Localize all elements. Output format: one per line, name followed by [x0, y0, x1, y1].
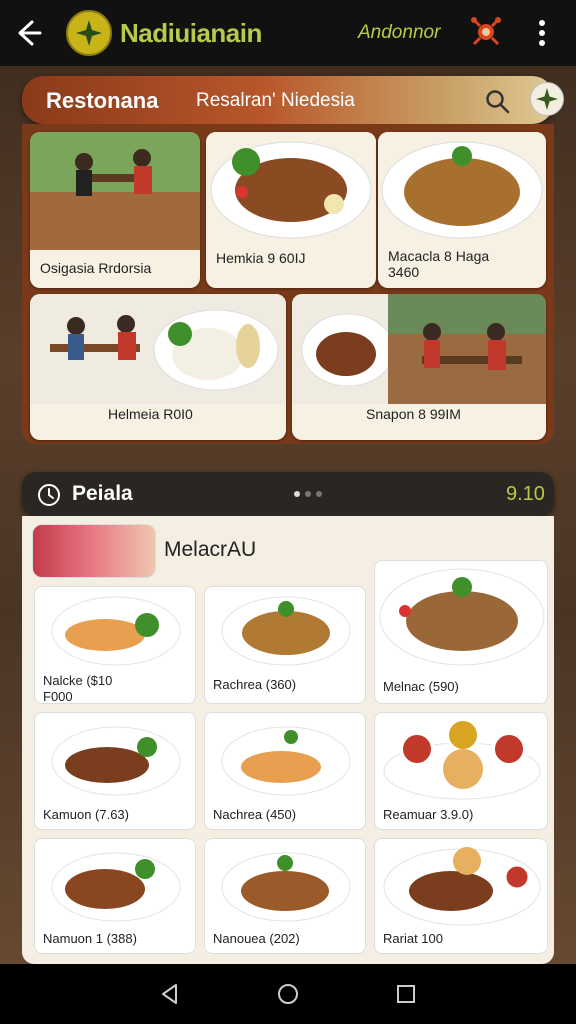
menu-item-caption: Namuon 1 (388)	[43, 931, 137, 946]
featured-card[interactable]: Snapon 8 99IM	[292, 294, 546, 440]
dish-photo	[51, 596, 181, 666]
restaurant-banner: Restonana Resalran' Niedesia	[22, 76, 564, 124]
dish-photo	[51, 852, 181, 922]
page-dot[interactable]	[294, 491, 300, 497]
dish-photo	[51, 726, 181, 796]
app-title: Nadiuianain	[120, 18, 262, 48]
back-arrow-icon[interactable]	[14, 16, 48, 50]
menu-item[interactable]: Melnac (590)	[374, 560, 548, 704]
featured-card[interactable]: Helmeia R0I0	[30, 294, 286, 440]
featured-caption: Osigasia Rrdorsia	[40, 260, 152, 276]
featured-panel: Osigasia Rrdorsia Hemkia 9 60IJ Macacla …	[22, 124, 554, 444]
app-bar: Nadiuianain Andonnor	[0, 0, 576, 66]
app-subtitle[interactable]: Andonnor	[358, 22, 440, 44]
section-header: Peiala 9.10	[22, 472, 554, 516]
banner-subtitle: Resalran' Niedesia	[196, 90, 355, 111]
search-icon[interactable]	[484, 88, 510, 114]
restaurant-photo	[30, 132, 200, 250]
menu-title: MelacrAU	[164, 538, 257, 561]
menu-item-caption: Melnac (590)	[383, 679, 459, 694]
home-circle-icon[interactable]	[276, 982, 300, 1006]
featured-caption: Snapon 8 99IM	[366, 406, 461, 422]
menu-item[interactable]: Nalcke ($10 F000	[34, 586, 196, 704]
menu-item[interactable]: Rachrea (360)	[204, 586, 366, 704]
page-indicator[interactable]	[294, 491, 322, 497]
menu-item[interactable]: Namuon 1 (388)	[34, 838, 196, 954]
menu-item[interactable]: Kamuon (7.63)	[34, 712, 196, 830]
menu-item-caption: Rachrea (360)	[213, 677, 297, 692]
featured-card[interactable]: Hemkia 9 60IJ	[206, 132, 376, 288]
dish-photo	[383, 717, 541, 800]
dish-photo	[221, 596, 351, 666]
featured-caption: Macacla 8 Haga 3460	[388, 248, 490, 280]
dish-photo	[206, 132, 376, 244]
dish-photo	[221, 726, 351, 796]
menu-item[interactable]: Rariat 100	[374, 838, 548, 954]
clock-icon	[38, 484, 60, 506]
restaurant-badge-icon[interactable]	[530, 82, 564, 116]
menu-item[interactable]: Nanouea (202)	[204, 838, 366, 954]
banner-title: Restonana	[46, 88, 159, 113]
system-nav-bar	[0, 964, 576, 1024]
back-triangle-icon[interactable]	[158, 982, 182, 1006]
menu-item-caption: Reamuar 3.9.0)	[383, 807, 474, 822]
more-vert-icon[interactable]	[532, 16, 552, 50]
menu-item-caption: Nachrea (450)	[213, 807, 297, 822]
menu-item-caption: Rariat 100	[383, 931, 443, 946]
dish-photo	[378, 132, 546, 244]
dish-photo	[379, 568, 545, 666]
restaurant-photo	[30, 294, 286, 404]
page-dot[interactable]	[316, 491, 322, 497]
restaurant-photo	[292, 294, 546, 404]
menu-panel: MelacrAU Nalcke ($10 F000 Rachrea (360) …	[22, 516, 554, 964]
dish-photo	[221, 852, 351, 922]
featured-caption: Helmeia R0I0	[108, 406, 193, 422]
menu-item-caption: Kamuon (7.63)	[43, 807, 129, 822]
page-dot[interactable]	[305, 491, 311, 497]
menu-item[interactable]: Nachrea (450)	[204, 712, 366, 830]
featured-card[interactable]: Osigasia Rrdorsia	[30, 132, 200, 288]
menu-item-caption: Nanouea (202)	[213, 931, 300, 946]
section-price: 9.10	[506, 483, 545, 505]
featured-card[interactable]: Macacla 8 Haga 3460	[378, 132, 546, 288]
recents-square-icon[interactable]	[394, 982, 418, 1006]
menu-item-caption: Nalcke ($10 F000	[43, 673, 113, 704]
app-logo-icon[interactable]	[66, 10, 112, 56]
menu-item[interactable]: Reamuar 3.9.0)	[374, 712, 548, 830]
menu-hero-image	[32, 524, 156, 578]
dish-photo	[383, 847, 541, 926]
featured-caption: Hemkia 9 60IJ	[216, 250, 306, 266]
section-title: Peiala	[72, 482, 133, 505]
bug-icon[interactable]	[466, 12, 506, 52]
